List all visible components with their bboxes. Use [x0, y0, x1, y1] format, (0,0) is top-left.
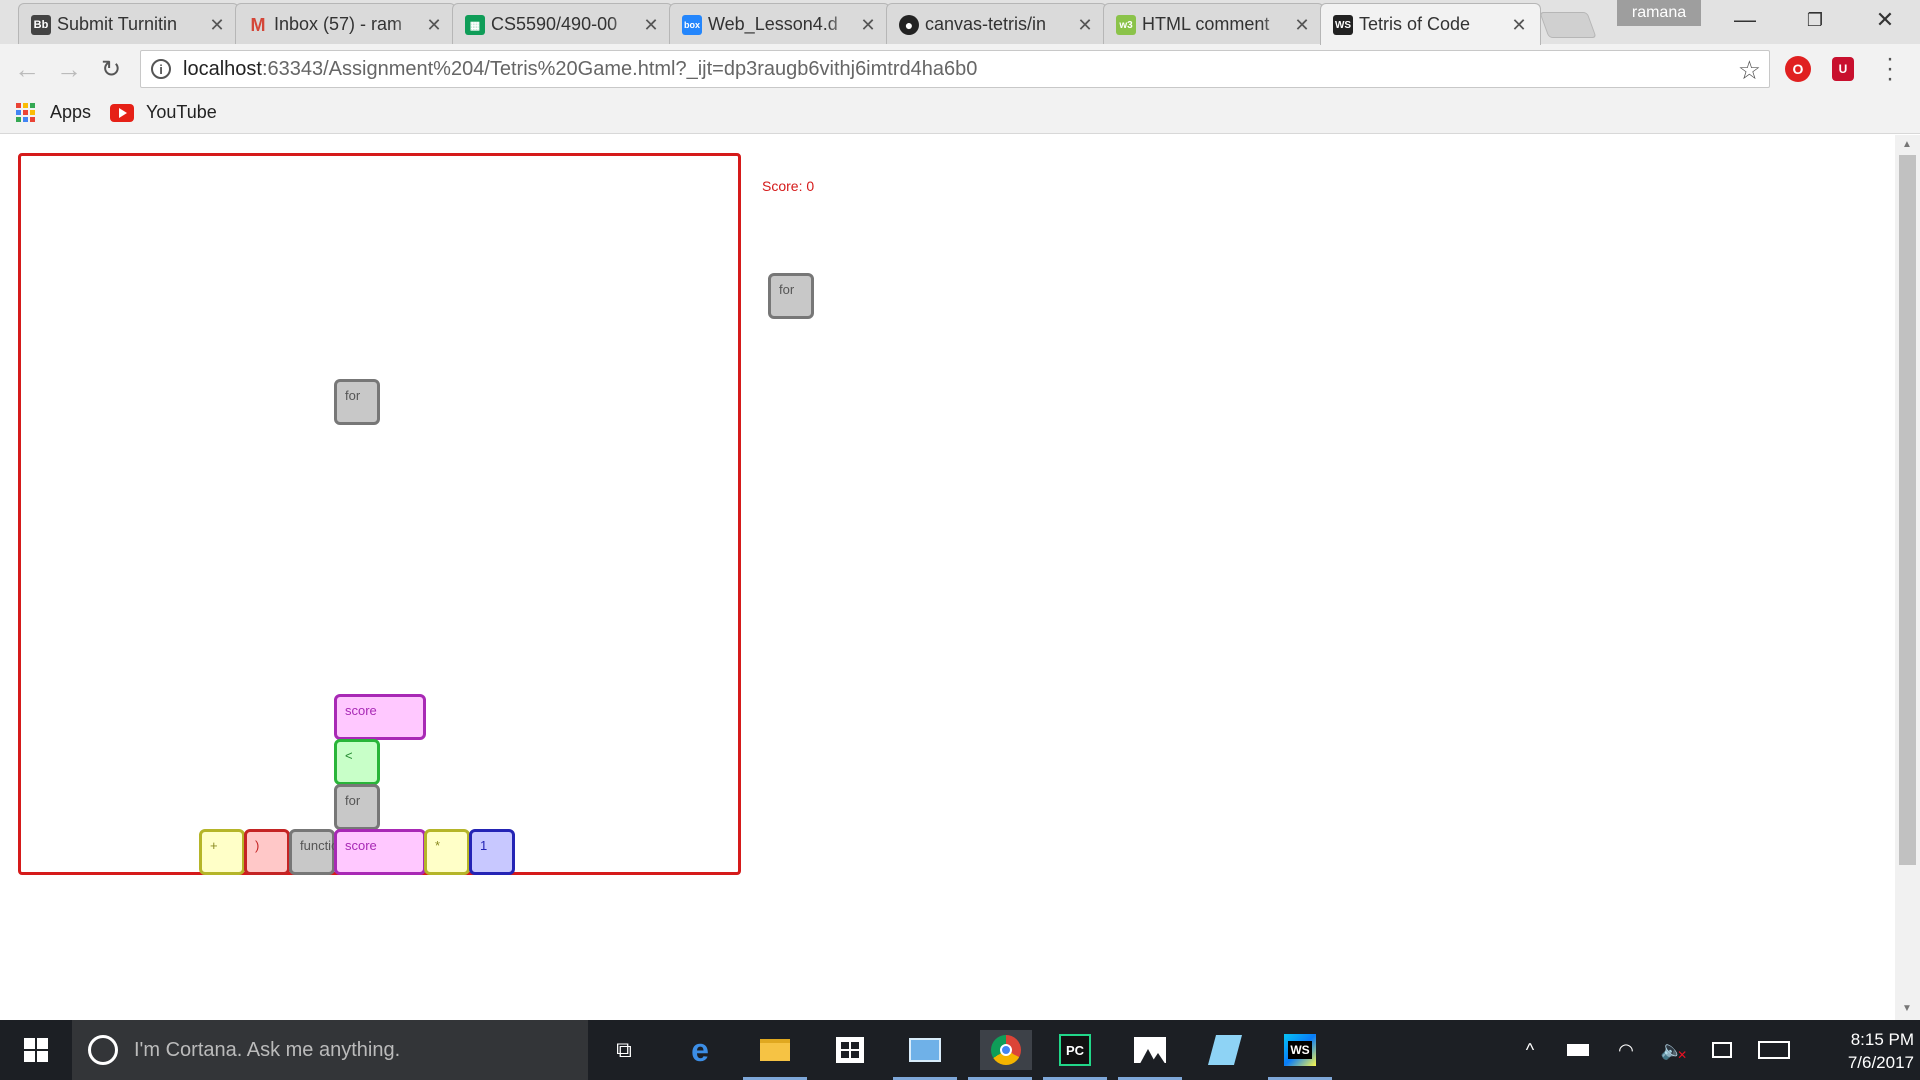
cortana-search-box[interactable]: I'm Cortana. Ask me anything. — [72, 1020, 588, 1080]
reload-button[interactable]: ↻ — [96, 54, 126, 84]
tab-inbox[interactable]: M Inbox (57) - ram ✕ — [235, 3, 456, 44]
tab-canvas-tetris[interactable]: ● canvas-tetris/in ✕ — [886, 3, 1107, 44]
webstorm-icon[interactable]: WS — [1268, 1030, 1332, 1080]
tab-title: HTML comment — [1142, 13, 1270, 34]
cortana-placeholder: I'm Cortana. Ask me anything. — [134, 1038, 401, 1061]
stack-block: score — [334, 694, 426, 740]
address-bar[interactable]: i localhost:63343/Assignment%204/Tetris%… — [140, 50, 1770, 88]
minimize-button[interactable]: — — [1710, 0, 1780, 40]
scroll-up-icon[interactable]: ▲ — [1902, 139, 1912, 150]
webstorm-icon: WS — [1333, 15, 1353, 35]
close-icon[interactable]: ✕ — [859, 15, 877, 36]
cortana-icon — [88, 1035, 118, 1065]
falling-block: for — [334, 379, 380, 425]
control-panel-icon[interactable] — [893, 1030, 957, 1080]
pycharm-icon[interactable]: PC — [1043, 1030, 1107, 1080]
stack-block: function — [289, 829, 346, 875]
close-icon[interactable]: ✕ — [1076, 15, 1094, 36]
back-button[interactable]: ← — [12, 54, 42, 84]
tab-title: Submit Turnitin — [57, 13, 178, 34]
store-icon[interactable] — [830, 1030, 870, 1070]
windows-logo-icon — [24, 1038, 48, 1062]
close-window-button[interactable]: ✕ — [1850, 0, 1920, 40]
game-board[interactable]: for score < for + ) function score * 1 — [18, 153, 741, 875]
url-text: localhost:63343/Assignment%204/Tetris%20… — [183, 58, 977, 81]
next-block-preview: for — [768, 273, 814, 319]
wifi-icon[interactable]: ◠ — [1606, 1020, 1646, 1080]
new-tab-button[interactable] — [1539, 12, 1597, 38]
browser-toolbar: ← → ↻ i localhost:63343/Assignment%204/T… — [0, 44, 1920, 94]
tab-submit-turnitin[interactable]: Bb Submit Turnitin ✕ — [18, 3, 239, 44]
task-view-icon[interactable]: ⧉ — [604, 1030, 644, 1070]
show-hidden-icons-icon[interactable]: ^ — [1510, 1020, 1550, 1080]
bookmark-label: YouTube — [146, 102, 217, 122]
info-icon[interactable]: i — [151, 59, 171, 79]
vertical-scrollbar[interactable]: ▲ ▼ — [1895, 135, 1920, 1020]
box-icon: box — [682, 15, 702, 35]
chrome-menu-icon[interactable]: · · · — [1880, 47, 1900, 91]
stack-block: score — [334, 829, 426, 875]
notifications-icon[interactable] — [1702, 1020, 1742, 1080]
sheets-icon: ▦ — [465, 15, 485, 35]
tab-strip: Bb Submit Turnitin ✕ M Inbox (57) - ram … — [0, 0, 1920, 45]
scroll-down-icon[interactable]: ▼ — [1902, 1003, 1912, 1014]
close-icon[interactable]: ✕ — [1293, 15, 1311, 36]
github-icon: ● — [899, 15, 919, 35]
tab-title: Tetris of Code — [1359, 14, 1471, 34]
blackboard-icon: Bb — [31, 15, 51, 35]
stack-block: < — [334, 739, 380, 785]
tab-html-comment[interactable]: w3 HTML comment ✕ — [1103, 3, 1324, 44]
profile-button[interactable]: ramana — [1617, 0, 1701, 26]
tab-web-lesson4[interactable]: box Web_Lesson4.d ✕ — [669, 3, 890, 44]
stack-block: + — [199, 829, 245, 875]
gmail-icon: M — [250, 14, 266, 35]
apps-grid-icon — [16, 102, 36, 123]
close-icon[interactable]: ✕ — [642, 15, 660, 36]
url-path: :63343/Assignment%204/Tetris%20Game.html… — [261, 57, 978, 80]
bookmark-star-icon[interactable]: ☆ — [1738, 55, 1761, 86]
page-content: for score < for + ) function score * 1 S… — [0, 135, 1895, 1020]
tab-title: canvas-tetris/in — [925, 13, 1047, 34]
ublock-extension-icon[interactable]: U — [1832, 57, 1854, 81]
forward-button[interactable]: → — [54, 54, 84, 84]
battery-icon[interactable] — [1558, 1020, 1598, 1080]
photos-icon[interactable] — [1118, 1030, 1182, 1080]
score-label: Score: 0 — [762, 178, 815, 194]
edge-icon[interactable]: e — [680, 1030, 720, 1070]
bookmarks-bar: Apps YouTube — [0, 94, 1920, 134]
bookmark-label: Apps — [50, 102, 92, 122]
file-explorer-icon[interactable] — [743, 1030, 807, 1080]
w3schools-icon: w3 — [1116, 15, 1136, 35]
tab-title: CS5590/490-00 — [491, 13, 618, 34]
clock-date: 7/6/2017 — [1847, 1053, 1914, 1072]
close-icon[interactable]: ✕ — [425, 15, 443, 36]
stack-block: 1 — [469, 829, 515, 875]
clock-time: 8:15 PM — [1850, 1030, 1914, 1049]
start-button[interactable] — [0, 1020, 72, 1080]
opera-extension-icon[interactable]: O — [1785, 56, 1811, 82]
scrollbar-thumb[interactable] — [1899, 155, 1916, 865]
tab-cs5590[interactable]: ▦ CS5590/490-00 ✕ — [452, 3, 673, 44]
windows-taskbar: I'm Cortana. Ask me anything. ⧉ e PC WS … — [0, 1020, 1920, 1080]
chrome-icon[interactable] — [968, 1030, 1032, 1080]
bookmark-apps[interactable]: Apps — [16, 102, 91, 123]
volume-muted-icon[interactable]: 🔈 ✕ — [1654, 1020, 1694, 1080]
bookmark-youtube[interactable]: YouTube — [110, 102, 217, 123]
tab-title: Web_Lesson4.d — [708, 13, 838, 34]
youtube-icon — [110, 103, 134, 122]
stack-block: * — [424, 829, 470, 875]
taskbar-clock[interactable]: 8:15 PM 7/6/2017 — [1806, 1028, 1914, 1074]
close-icon[interactable]: ✕ — [208, 15, 226, 36]
notepad-icon[interactable] — [1205, 1030, 1245, 1070]
close-icon[interactable]: ✕ — [1510, 15, 1528, 36]
restore-button[interactable]: ❐ — [1780, 0, 1850, 40]
stack-block: ) — [244, 829, 290, 875]
tab-tetris-of-code[interactable]: WS Tetris of Code ✕ — [1320, 3, 1541, 45]
stack-block: for — [334, 784, 380, 830]
tab-title: Inbox (57) - ram — [274, 13, 403, 34]
url-host: localhost — [183, 57, 262, 80]
keyboard-icon[interactable] — [1752, 1020, 1796, 1080]
